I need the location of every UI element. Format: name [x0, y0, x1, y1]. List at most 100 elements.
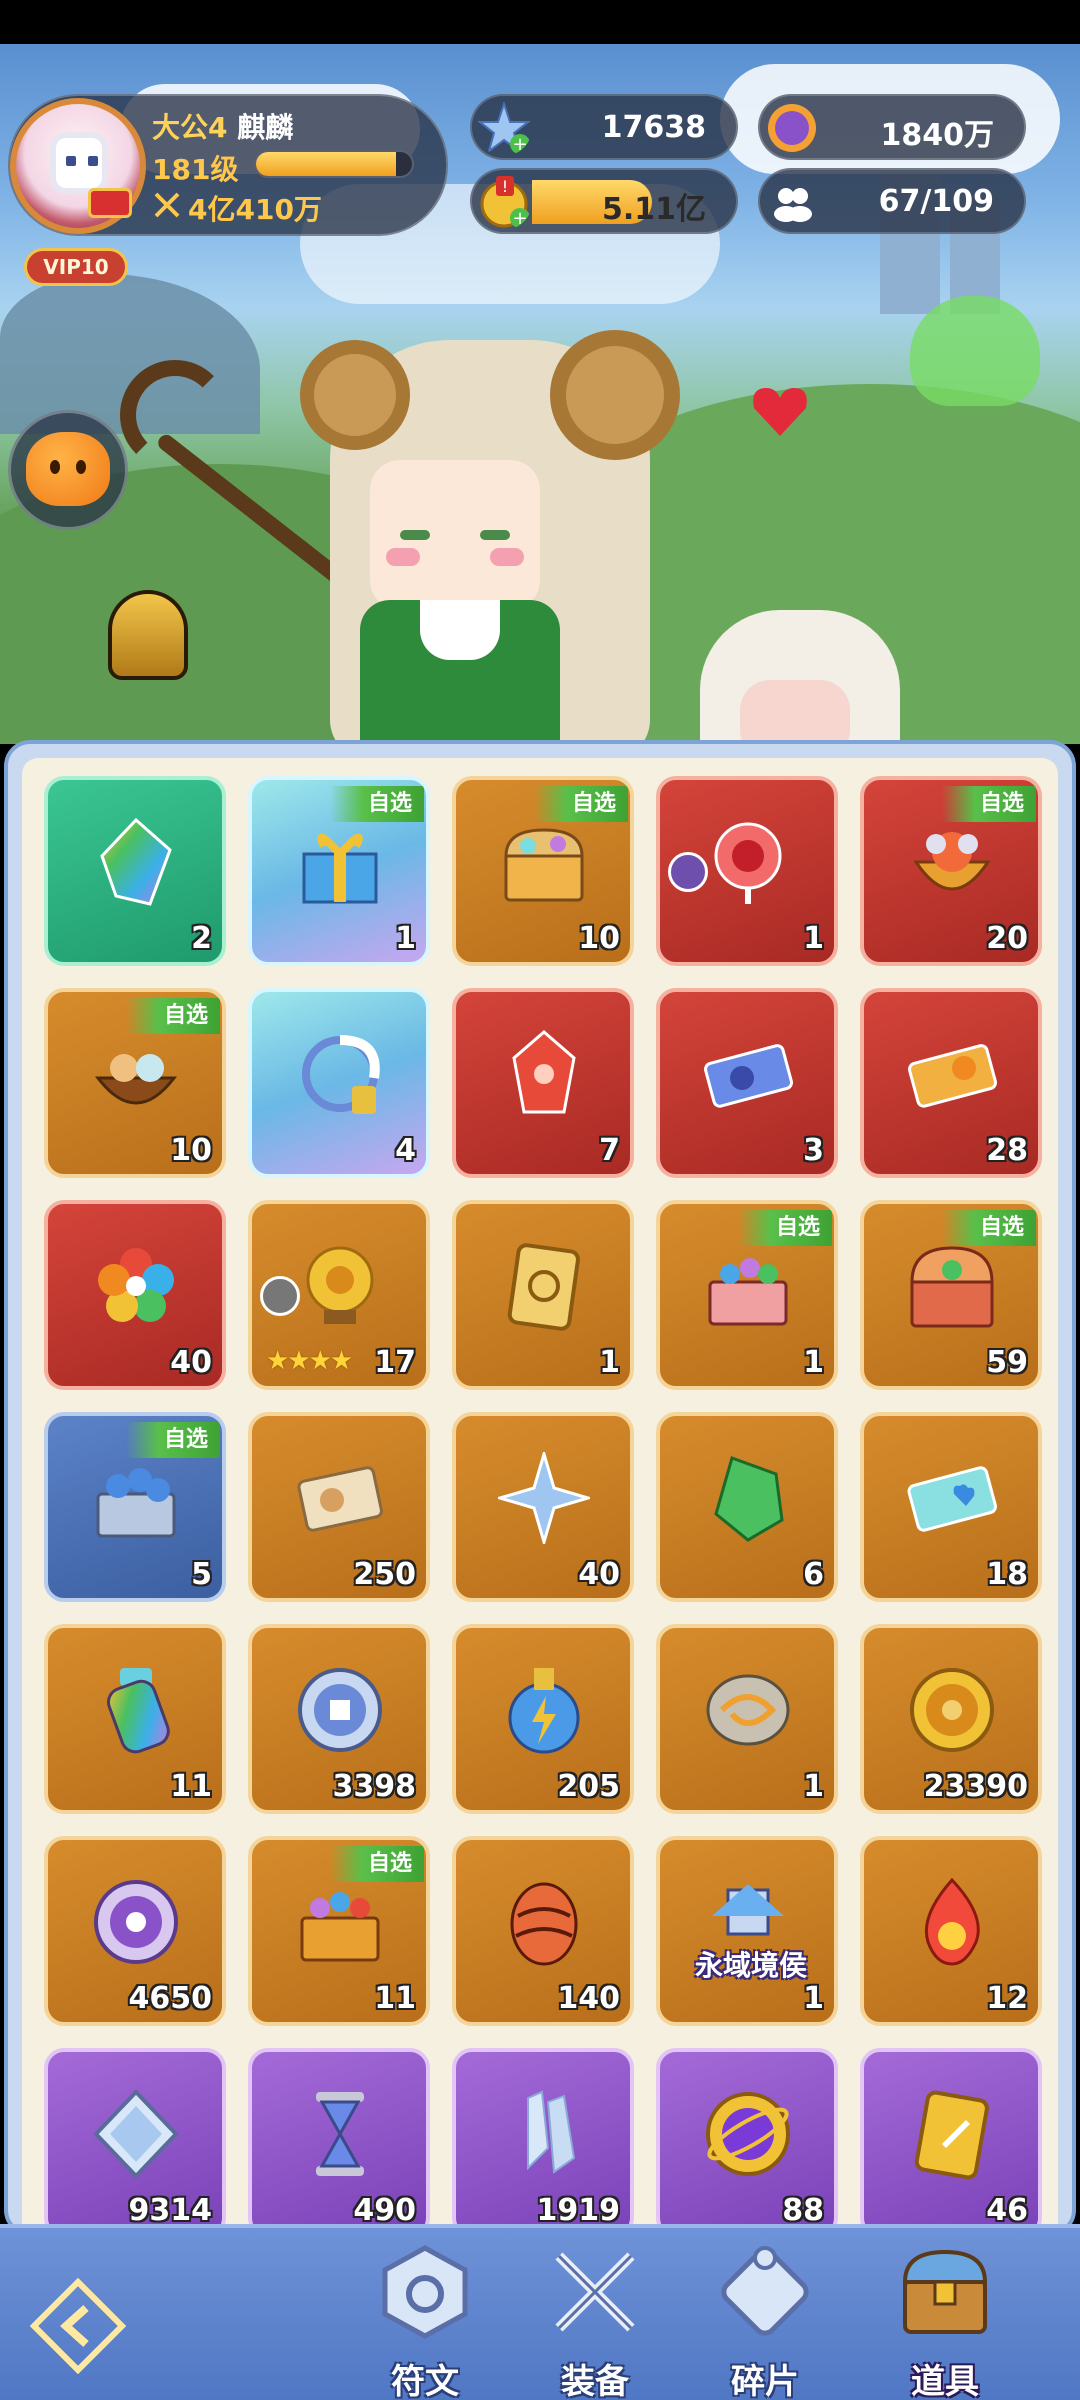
swords-icon	[555, 2252, 635, 2332]
purple-coin-icon	[94, 1880, 178, 1964]
item-count: 40	[170, 1345, 212, 1380]
inventory-item[interactable]: 2	[44, 776, 226, 966]
inventory-item[interactable]: 46	[860, 2048, 1042, 2232]
inventory-item[interactable]: 140	[452, 1836, 634, 2026]
item-count: 1	[599, 1345, 620, 1380]
status-bar	[0, 0, 1080, 44]
item-count: 1	[803, 1345, 824, 1380]
inventory-item[interactable]: 永域境侯 1	[656, 1836, 838, 2026]
item-count: 5	[191, 1557, 212, 1592]
inventory-item[interactable]: 3398	[248, 1624, 430, 1814]
red-crystal-icon	[512, 1030, 576, 1114]
inventory-grid-container: 2 自选 1 自选 10 1 自选 20 自选 10 4 7 3 28 40 ★★★★ 17 1 自选 1 自选 59 自选…	[22, 758, 1058, 2232]
inventory-item[interactable]: 4650	[44, 1836, 226, 2026]
inventory-item[interactable]: 9314	[44, 2048, 226, 2232]
fire-orb-icon	[924, 1877, 980, 1966]
tab-equipment-label: 装备	[561, 2362, 629, 2400]
item-count: 9314	[128, 2193, 213, 2228]
grid-badge-icon	[260, 1276, 300, 1316]
gold-coin-value: 5.11亿	[601, 192, 706, 227]
inventory-item[interactable]: 自选 10	[44, 988, 226, 1178]
item-count: 2	[191, 921, 212, 956]
selectable-tag: 自选	[942, 786, 1036, 822]
inventory-item[interactable]: 205	[452, 1624, 634, 1814]
selectable-tag: 自选	[738, 1210, 832, 1246]
inventory-item[interactable]: 6	[656, 1412, 838, 1602]
selectable-tag: 自选	[330, 786, 424, 822]
inventory-item[interactable]: 自选 20	[860, 776, 1042, 966]
friends-resource[interactable]: 67/109	[758, 168, 1026, 234]
inventory-item[interactable]: 11	[44, 1624, 226, 1814]
inventory-item[interactable]: 40	[452, 1412, 634, 1602]
gold-scroll-icon	[914, 2090, 989, 2180]
inventory-item[interactable]: 12	[860, 1836, 1042, 2026]
selectable-tag: 自选	[126, 1422, 220, 1458]
inventory-item[interactable]: 490	[248, 2048, 430, 2232]
inventory-item[interactable]: 自选 11	[248, 1836, 430, 2026]
inventory-item[interactable]: 23390	[860, 1624, 1042, 1814]
tab-fragments[interactable]: 碎片	[690, 2236, 840, 2400]
item-count: 1	[803, 921, 824, 956]
crown-icon	[88, 188, 132, 218]
player-nickname: 麒麟	[237, 111, 294, 144]
inventory-item[interactable]: 40	[44, 1200, 226, 1390]
purple-coin-icon	[768, 104, 816, 152]
inventory-item[interactable]: 1919	[452, 2048, 634, 2232]
diamond-icon	[93, 2089, 179, 2179]
rainbow-potion-icon	[106, 1668, 170, 1754]
pumpkin-pet-icon[interactable]	[26, 432, 110, 506]
svg-text:!: !	[502, 177, 508, 196]
gem-chest-icon	[708, 1258, 788, 1326]
inventory-item[interactable]: 1	[452, 1200, 634, 1390]
inventory-item[interactable]: 4	[248, 988, 430, 1178]
gold-orb-icon	[306, 1246, 374, 1324]
selectable-tag: 自选	[330, 1846, 424, 1882]
swirl-stone-icon	[706, 1674, 790, 1746]
tab-fragments-label: 碎片	[731, 2362, 799, 2400]
tab-equipment[interactable]: 装备	[520, 2236, 670, 2400]
inventory-item[interactable]: 自选 10	[452, 776, 634, 966]
inventory-item[interactable]: 1	[656, 1624, 838, 1814]
inventory-item[interactable]: 自选 59	[860, 1200, 1042, 1390]
inventory-item[interactable]: 88	[656, 2048, 838, 2232]
back-arrow-icon[interactable]	[30, 2278, 126, 2374]
inventory-item[interactable]: ★★★★ 17	[248, 1200, 430, 1390]
inventory-item[interactable]: 7	[452, 988, 634, 1178]
tab-rune[interactable]: 符文	[350, 2236, 500, 2400]
star-gem-resource[interactable]: + 17638	[470, 94, 738, 160]
tab-items[interactable]: 道具	[870, 2236, 1020, 2400]
star-gem-value: 17638	[601, 110, 706, 145]
selectable-tag: 自选	[534, 786, 628, 822]
inventory-item[interactable]: 250	[248, 1412, 430, 1602]
inventory-item[interactable]: 18	[860, 1412, 1042, 1602]
player-title: 大公4	[152, 111, 228, 144]
dragon-egg-icon	[510, 1882, 578, 1966]
inventory-item[interactable]: 28	[860, 988, 1042, 1178]
inventory-item[interactable]: 自选 5	[44, 1412, 226, 1602]
pet-nest-icon	[94, 1054, 178, 1105]
silver-coin-icon	[298, 1668, 382, 1752]
star-gem-icon: +	[477, 100, 531, 155]
bell-icon	[108, 590, 188, 680]
purple-coin-resource[interactable]: 1840万	[758, 94, 1026, 160]
paper-ticket-icon	[297, 1466, 383, 1532]
inventory-item[interactable]: 1	[656, 776, 838, 966]
vip-badge[interactable]: VIP10	[24, 248, 128, 286]
purple-coin-value: 1840万	[880, 118, 995, 153]
lightning-potion-icon	[508, 1668, 580, 1754]
purple-orb-icon	[706, 2092, 790, 2176]
item-count: 12	[986, 1981, 1028, 2016]
inventory-item[interactable]: 3	[656, 988, 838, 1178]
slime-monster	[910, 296, 1040, 406]
chest-icon	[902, 2249, 988, 2334]
inventory-item[interactable]: 自选 1	[656, 1200, 838, 1390]
item-count: 1	[803, 1769, 824, 1804]
gift-box-icon	[302, 833, 378, 904]
big-chest-icon	[910, 1246, 994, 1328]
item-count: 20	[986, 921, 1028, 956]
inventory-item[interactable]: 自选 1	[248, 776, 430, 966]
crossed-swords-icon	[154, 192, 180, 218]
player-name: 大公4 麒麟	[152, 106, 293, 146]
gold-coin-resource[interactable]: ! + 5.11亿	[470, 168, 738, 234]
wing-frame-icon	[302, 1035, 380, 1114]
